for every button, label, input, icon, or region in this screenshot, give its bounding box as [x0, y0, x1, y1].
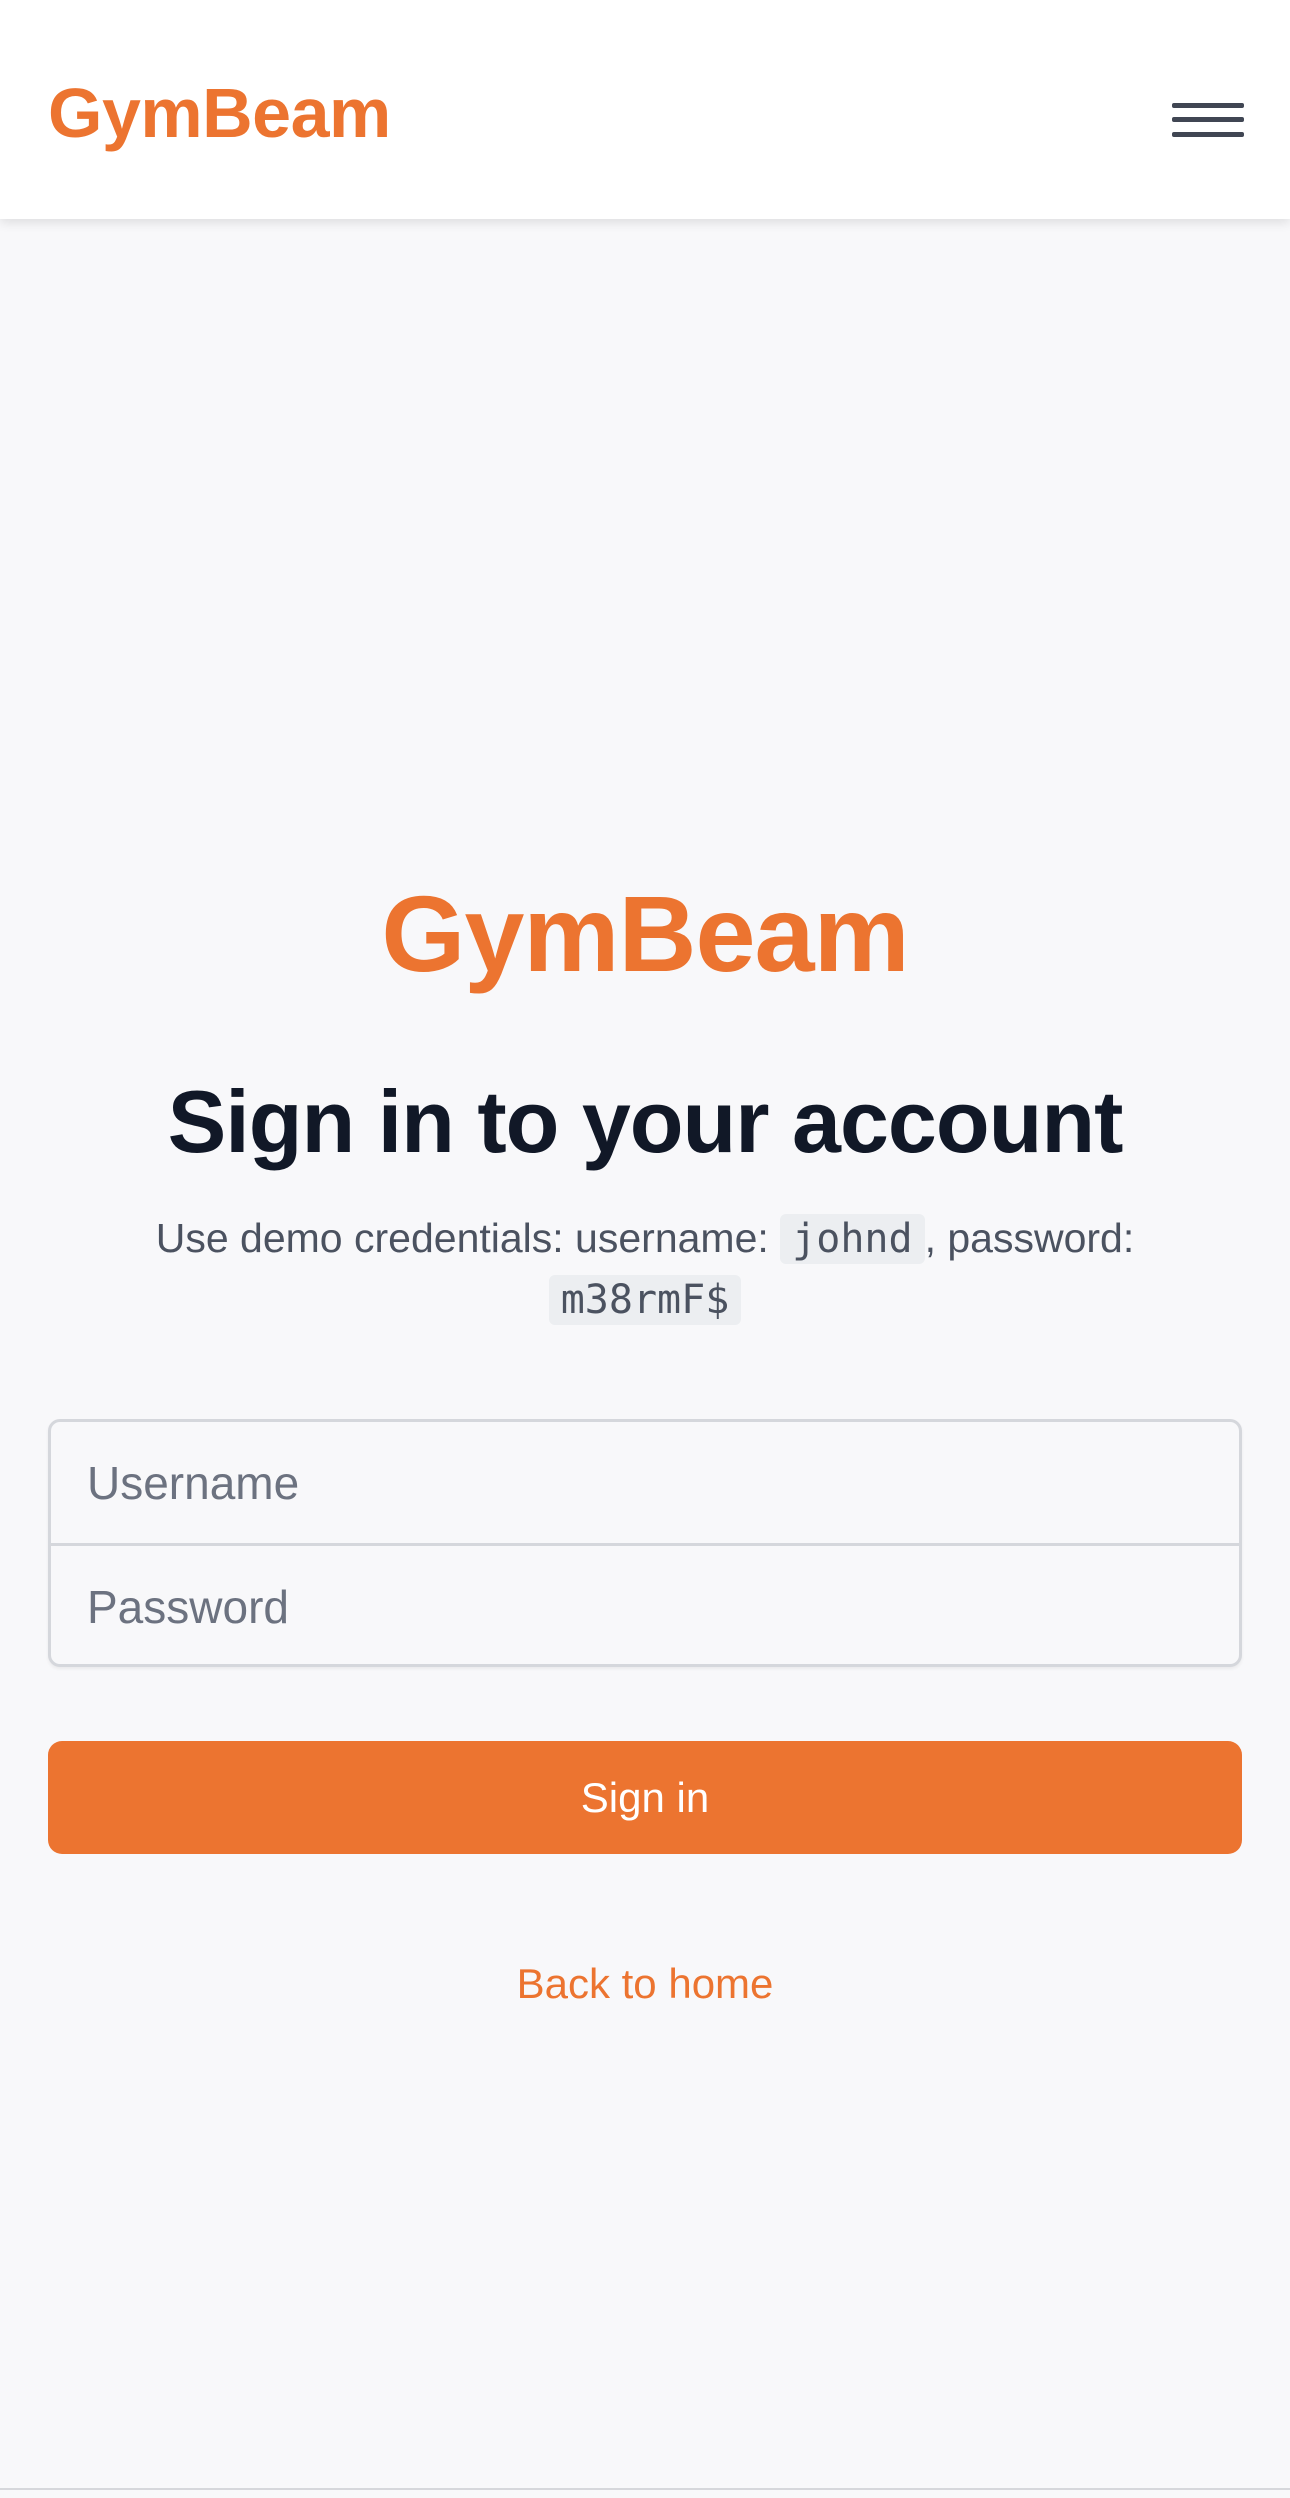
- top-header: GymBeam: [0, 0, 1290, 219]
- password-input[interactable]: [51, 1546, 1239, 1664]
- menu-bar-top: [1172, 103, 1244, 108]
- demo-username-code: johnd: [780, 1214, 925, 1264]
- hamburger-menu-icon[interactable]: [1154, 90, 1244, 150]
- menu-bar-middle: [1172, 117, 1244, 122]
- hint-prefix: Use demo credentials: username:: [155, 1215, 781, 1261]
- login-form: [48, 1419, 1242, 1667]
- back-to-home-link[interactable]: Back to home: [0, 1963, 1290, 2005]
- sign-in-button[interactable]: Sign in: [48, 1741, 1242, 1854]
- menu-bar-bottom: [1172, 132, 1244, 137]
- login-title: Sign in to your account: [167, 1072, 1124, 1171]
- bottom-divider: [0, 2488, 1290, 2490]
- login-brand-logo: GymBeam: [381, 873, 909, 994]
- hint-middle: , password:: [924, 1215, 1135, 1261]
- username-input[interactable]: [51, 1422, 1239, 1543]
- demo-credentials-hint: Use demo credentials: username: johnd, p…: [100, 1208, 1190, 1330]
- main-content: [0, 219, 1290, 2488]
- header-logo[interactable]: GymBeam: [48, 78, 391, 148]
- demo-password-code: m38rmF$: [548, 1275, 742, 1325]
